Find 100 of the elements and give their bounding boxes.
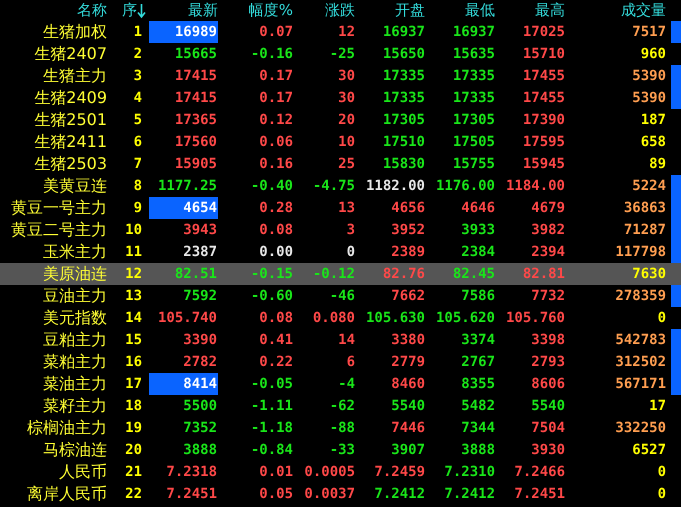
table-cell: 17365 [174,112,218,128]
table-cell-text: 1 [134,24,143,40]
table-row[interactable]: 生猪2411 6 17560 0.06 10 17510 17505 17595 658 [0,131,681,153]
table-cell-text: 5 [134,112,143,128]
table-cell-text: 7 [134,156,143,172]
table-cell: 17560 [174,134,218,150]
table-cell: 17335 [382,68,425,84]
table-cell: -88 [330,420,355,436]
table-cell: 棕榈油主力 [27,418,107,438]
table-cell: 17390 [522,112,565,128]
table-cell: 0.0037 [304,486,355,502]
table-cell: 0 [346,244,355,260]
table-cell: 生猪2503 [34,154,107,174]
table-cell: 187 [640,112,666,128]
table-cell: -4 [338,376,355,392]
table-row[interactable]: 菜粕主力 16 2782 0.22 6 2779 2767 2793 312502 [0,351,681,373]
table-cell: 15650 [382,46,425,62]
table-row[interactable]: 生猪2409 4 17415 0.17 30 17335 17335 17455 5390 [0,87,681,109]
table-cell: 1177.25 [158,178,218,194]
table-cell: 6527 [632,442,666,458]
table-cell: 5540 [531,398,565,414]
table-cell: 2394 [531,244,565,260]
table-cell: -1.18 [250,420,293,436]
table-cell: 15905 [174,156,218,172]
table-cell-text: 10 [125,222,143,238]
table-cell: 17505 [452,134,495,150]
table-cell: 7.2459 [374,464,425,480]
table-cell: 生猪主力 [43,66,107,86]
table-cell: 17 [649,398,666,414]
table-cell: 玉米主力 [43,242,107,262]
table-row[interactable]: 美元指数 14 105.740 0.08 0.080 105.630 105.620 105.760 0 [0,307,681,329]
column-header[interactable]: 最高 [535,1,565,20]
table-row[interactable]: 生猪主力 3 17415 0.17 30 17335 17335 17455 5390 [0,65,681,87]
table-row[interactable]: 菜油主力 17 8414 -0.05 -4 8460 8355 8606 567171 [0,373,681,395]
table-cell: 12 [338,24,355,40]
table-row[interactable]: 人民币 21 7.2318 0.01 0.0005 7.2459 7.2310 7.2466 0 [0,461,681,483]
table-cell: 7.2318 [166,464,218,480]
table-cell: -33 [330,442,355,458]
column-header[interactable]: 序 [122,1,146,20]
table-row[interactable]: 黄豆二号主力 10 3943 0.08 3 3952 3933 3982 71287 [0,219,681,241]
table-cell: 7586 [461,288,495,304]
table-cell: 7.2412 [374,486,425,502]
table-cell: 3982 [531,222,565,238]
table-cell: 5482 [461,398,495,414]
table-cell: 7.2466 [514,464,565,480]
table-row[interactable]: 豆粕主力 15 3390 0.41 14 3380 3374 3398 542783 [0,329,681,351]
table-cell: 美元指数 [43,308,107,328]
table-cell: 7.2451 [166,486,218,502]
table-row[interactable]: 棕榈油主力 19 7352 -1.18 -88 7446 7344 7504 332250 [0,417,681,439]
table-cell: -0.05 [250,376,293,392]
table-cell: 0.0005 [304,464,355,480]
table-cell: 89 [649,156,666,172]
table-cell: 0.16 [259,156,293,172]
column-header[interactable]: 幅度% [248,1,293,20]
table-cell: 16937 [452,24,495,40]
table-row[interactable]: 马棕油连 20 3888 -0.84 -33 3907 3888 3930 6527 [0,439,681,461]
table-cell: 7352 [183,420,218,436]
table-cell: 3888 [461,442,495,458]
table-row[interactable]: 生猪2501 5 17365 0.12 20 17305 17305 17390 187 [0,109,681,131]
table-cell: 黄豆二号主力 [11,220,107,240]
column-header[interactable]: 涨跌 [325,1,355,20]
table-cell: -0.15 [250,266,293,282]
table-row[interactable]: 生猪加权 1 16989 0.07 12 16937 16937 17025 7517 [0,21,681,43]
table-cell: 960 [640,46,666,62]
table-row[interactable]: 黄豆一号主力 9 4654 0.28 13 4656 4646 4679 36863 [0,197,681,219]
table-row[interactable]: 菜籽主力 18 5500 -1.11 -62 5540 5482 5540 17 [0,395,681,417]
table-cell: 15710 [522,46,565,62]
table-row[interactable]: 生猪2407 2 15665 -0.16 -25 15650 15635 15710 960 [0,43,681,65]
table-cell: 4656 [391,200,425,216]
table-cell: -1.11 [250,398,293,414]
table-cell: 生猪2409 [34,88,107,108]
table-cell: 菜籽主力 [43,396,107,416]
table-cell: 3930 [531,442,565,458]
table-cell: 豆粕主力 [43,330,107,350]
table-cell: 15665 [174,46,218,62]
table-cell: 36863 [624,200,666,216]
table-row[interactable]: 豆油主力 13 7592 -0.60 -46 7662 7586 7732 278359 [0,285,681,307]
table-row[interactable]: 离岸人民币 22 7.2451 0.05 0.0037 7.2412 7.2412 7.2451 0 [0,483,681,505]
table-cell: 0.17 [259,68,293,84]
column-header[interactable]: 最低 [465,1,495,20]
table-row[interactable]: 美黄豆连 8 1177.25 -0.40 -4.75 1182.00 1176.00 1184.00 5224 [0,175,681,197]
column-header[interactable]: 名称 [77,1,107,20]
table-row[interactable]: 美原油连 12 82.51 -0.15 -0.12 82.76 82.45 82.81 7630 [0,263,681,285]
table-cell: 1176.00 [436,178,495,194]
table-cell: 0.05 [259,486,293,502]
table-cell: 17510 [382,134,425,150]
table-cell: -0.16 [250,46,293,62]
table-cell: 1184.00 [506,178,565,194]
table-cell: 17415 [174,90,218,106]
column-header[interactable]: 开盘 [395,1,425,20]
table-cell: 30 [338,68,355,84]
table-row[interactable]: 玉米主力 11 2387 0.00 0 2389 2384 2394 117798 [0,241,681,263]
table-cell: 82.81 [522,266,565,282]
table-cell: 3380 [391,332,425,348]
table-cell: 8606 [531,376,565,392]
table-cell-text: 4 [134,90,143,106]
column-header[interactable]: 最新 [188,1,218,20]
column-header[interactable]: 成交量 [621,1,666,20]
table-row[interactable]: 生猪2503 7 15905 0.16 25 15830 15755 15945 89 [0,153,681,175]
table-cell-text: 19 [125,420,143,436]
